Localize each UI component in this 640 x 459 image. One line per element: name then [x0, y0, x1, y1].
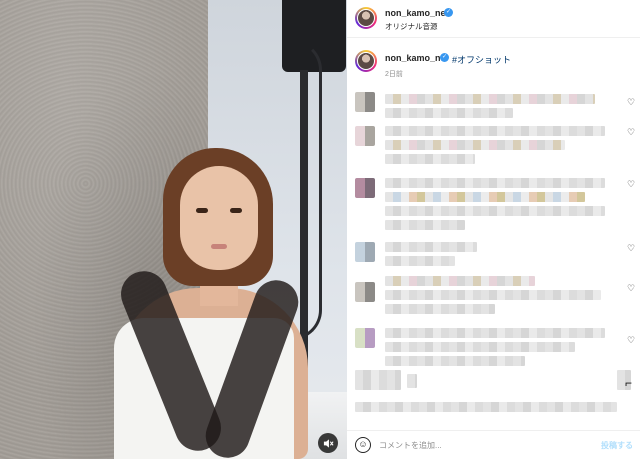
redacted-comment-text [385, 220, 465, 230]
left-eye [196, 208, 208, 213]
post-media[interactable] [0, 0, 347, 459]
caption-verified-badge-icon: ✓ [440, 53, 449, 62]
like-heart-icon[interactable]: ♡ [627, 336, 636, 345]
redacted-comment-text [385, 178, 605, 188]
commenter-avatar[interactable] [355, 282, 375, 302]
mute-button[interactable] [318, 433, 338, 453]
post-comment-button[interactable]: 投稿する [601, 440, 633, 451]
commenter-avatar[interactable] [355, 328, 375, 348]
speaker-muted-icon [323, 438, 334, 448]
redacted-comment-text [385, 140, 565, 150]
caption-hashtag[interactable]: #オフショット [452, 53, 511, 66]
emoji-icon[interactable]: ☺ [355, 437, 371, 453]
mouth [211, 244, 227, 249]
redacted-comment-text [385, 108, 513, 118]
commenter-avatar[interactable] [355, 126, 375, 146]
redacted-comment-text [385, 256, 455, 266]
redacted-comment-text [385, 290, 601, 300]
like-heart-icon[interactable]: ♡ [627, 128, 636, 137]
cursor-icon: ⌐ [625, 376, 633, 390]
like-heart-icon[interactable]: ♡ [627, 284, 636, 293]
face [180, 166, 258, 270]
instagram-post-view: non_kamo_ne ✓ オリジナル音源 non_kamo_ne ✓ #オフシ… [0, 0, 640, 459]
post-header: non_kamo_ne ✓ オリジナル音源 [347, 0, 640, 38]
redacted-comment-text [355, 402, 617, 412]
redacted-comment-text [385, 328, 605, 338]
comments-list: ♡ ♡ ♡ ♡ ♡ ♡ [347, 84, 640, 424]
commenter-avatar[interactable] [355, 178, 375, 198]
redacted-comment-text [385, 242, 477, 252]
right-eye [230, 208, 242, 213]
redacted-comment-text [385, 94, 595, 104]
redacted-comment-text [385, 192, 585, 202]
author-avatar[interactable] [355, 7, 377, 29]
comment-input[interactable] [379, 437, 589, 453]
redacted-comment-text [385, 206, 605, 216]
post-side-panel: non_kamo_ne ✓ オリジナル音源 non_kamo_ne ✓ #オフシ… [347, 0, 640, 459]
redacted-comment-text [385, 276, 535, 286]
like-heart-icon[interactable]: ♡ [627, 98, 636, 107]
like-heart-icon[interactable]: ♡ [627, 180, 636, 189]
commenter-avatar[interactable] [355, 242, 375, 262]
redacted-comment-text [385, 304, 495, 314]
audio-label[interactable]: オリジナル音源 [385, 21, 438, 32]
post-time: 2日前 [385, 71, 403, 78]
redacted-comment-text [407, 374, 417, 388]
redacted-commenter [355, 370, 401, 390]
author-username[interactable]: non_kamo_ne [385, 8, 446, 18]
like-heart-icon[interactable]: ♡ [627, 244, 636, 253]
model-figure [80, 148, 310, 459]
add-comment-bar: ☺ 投稿する [347, 430, 640, 459]
verified-badge-icon: ✓ [444, 8, 453, 17]
redacted-comment-text [385, 154, 475, 164]
redacted-comment-text [385, 356, 525, 366]
redacted-comment-text [385, 126, 605, 136]
commenter-avatar[interactable] [355, 92, 375, 112]
caption-author-avatar[interactable] [355, 50, 377, 72]
redacted-comment-text [385, 342, 575, 352]
caption-username[interactable]: non_kamo_ne [385, 53, 446, 63]
